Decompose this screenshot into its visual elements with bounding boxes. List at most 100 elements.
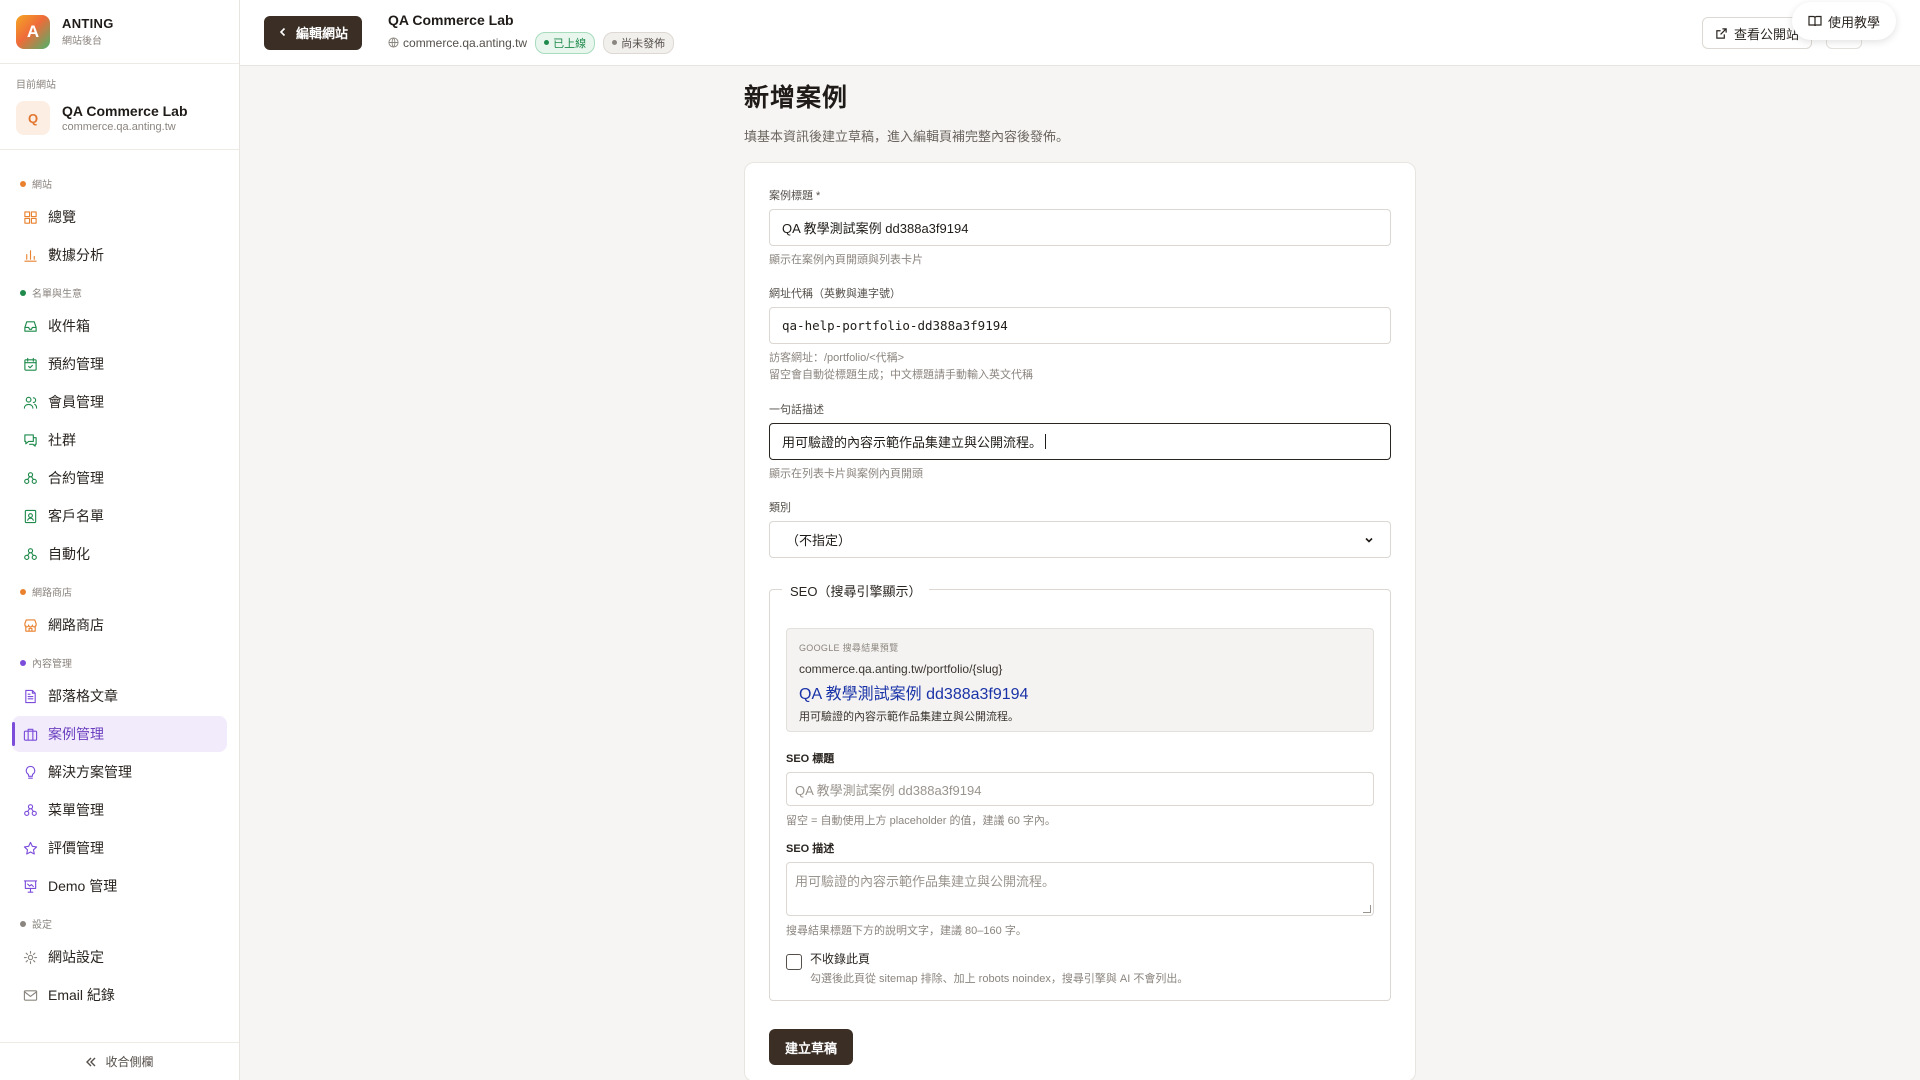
sidebar-item-1-3[interactable]: 社群: [12, 422, 227, 458]
noindex-hint: 勾選後此頁從 sitemap 排除、加上 robots noindex，搜尋引擎…: [810, 973, 1189, 985]
seo-description-textarea[interactable]: 用可驗證的內容示範作品集建立與公開流程。: [786, 862, 1374, 916]
bar-chart-icon: [22, 247, 38, 263]
mail-icon: [22, 987, 38, 1003]
nav-section-1: 名單與生意: [12, 279, 227, 306]
chevron-left-icon: [278, 25, 288, 40]
title-input[interactable]: QA 教學測試案例 dd388a3f9194: [769, 209, 1391, 246]
briefcase-icon: [22, 726, 38, 742]
slug-field: 網址代稱（英數與連字號） qa-help-portfolio-dd388a3f9…: [769, 285, 1391, 383]
preview-url: commerce.qa.anting.tw/portfolio/{slug}: [799, 662, 1003, 676]
current-site-caption: 目前網站: [16, 80, 56, 91]
seo-title-label: SEO 標題: [786, 753, 835, 765]
sidebar-item-1-1[interactable]: 預約管理: [12, 346, 227, 382]
slug-input[interactable]: qa-help-portfolio-dd388a3f9194: [769, 307, 1391, 344]
sidebar-item-label: 部落格文章: [48, 688, 118, 704]
nav-section-2: 網路商店: [12, 578, 227, 605]
users-icon: [22, 394, 38, 410]
preview-description: 用可驗證的內容示範作品集建立與公開流程。: [799, 711, 1019, 723]
seo-legend: SEO（搜尋引擎顯示）: [782, 581, 930, 600]
sidebar-item-1-6[interactable]: 自動化: [12, 536, 227, 572]
top-header: 編輯網站 QA Commerce Lab commerce.qa.anting.…: [240, 0, 1920, 66]
sidebar-item-label: 收件箱: [48, 318, 90, 334]
nav-section-3: 內容管理: [12, 649, 227, 676]
title-field: 案例標題 * QA 教學測試案例 dd388a3f9194 顯示在案例內頁開頭與…: [769, 187, 1391, 269]
slug-hint: 訪客網址：/portfolio/<代稱> 留空會自動從標題生成；中文標題請手動輸…: [769, 352, 1033, 381]
slug-label: 網址代稱（英數與連字號）: [769, 288, 901, 300]
document-icon: [22, 688, 38, 704]
inbox-icon: [22, 318, 38, 334]
sidebar-item-1-2[interactable]: 會員管理: [12, 384, 227, 420]
noindex-label[interactable]: 不收錄此頁: [810, 950, 1188, 967]
brand: A ANTING 網站後台: [0, 0, 239, 64]
status-badge-draft: 尚未發佈: [603, 31, 675, 54]
summary-field: 一句話描述 用可驗證的內容示範作品集建立與公開流程。 顯示在列表卡片與案例內頁開…: [769, 401, 1391, 483]
create-draft-button[interactable]: 建立草稿: [769, 1029, 854, 1065]
sidebar-nav: 網站 總覽 數據分析 名單與生意 收件箱 預約管理 會員管理 社群 合約管理 客戶名單 自動化 網路商…: [0, 150, 239, 1013]
current-site: 目前網站 Q QA Commerce Lab commerce.qa.antin…: [0, 64, 239, 150]
seo-description-label: SEO 描述: [786, 843, 835, 855]
sidebar-item-3-1[interactable]: 案例管理: [12, 716, 227, 752]
star-icon: [22, 840, 38, 856]
sidebar-item-label: 菜單管理: [48, 802, 104, 818]
collapse-sidebar-button[interactable]: 收合側欄: [0, 1042, 239, 1080]
site-name: QA Commerce Lab: [62, 103, 188, 119]
seo-title-field: SEO 標題 QA 教學測試案例 dd388a3f9194 留空 = 自動使用上…: [786, 750, 1374, 828]
header-site-title: QA Commerce Lab: [388, 11, 514, 28]
sidebar-item-label: Email 紀錄: [48, 987, 115, 1003]
grid-icon: [22, 209, 38, 225]
sidebar-item-3-5[interactable]: Demo 管理: [12, 868, 227, 904]
sidebar-item-label: Demo 管理: [48, 878, 118, 894]
category-field: 類別 （不指定）: [769, 499, 1391, 558]
seo-title-input[interactable]: QA 教學測試案例 dd388a3f9194: [786, 772, 1374, 806]
globe-icon: [388, 37, 399, 48]
sidebar-item-label: 評價管理: [48, 840, 104, 856]
current-site-card[interactable]: Q QA Commerce Lab commerce.qa.anting.tw: [16, 101, 223, 135]
main-content: 新增案例 填基本資訊後建立草稿，進入編輯頁補完整內容後發佈。 案例標題 * QA…: [744, 76, 1416, 1080]
brand-subtitle: 網站後台: [62, 36, 102, 47]
page-title: 新增案例: [744, 84, 849, 112]
sidebar-item-label: 客戶名單: [48, 508, 104, 524]
sidebar-item-3-3[interactable]: 菜單管理: [12, 792, 227, 828]
sidebar-item-3-4[interactable]: 評價管理: [12, 830, 227, 866]
seo-description-field: SEO 描述 用可驗證的內容示範作品集建立與公開流程。 搜尋結果標題下方的說明文…: [786, 840, 1374, 938]
header-site-domain[interactable]: commerce.qa.anting.tw: [403, 36, 527, 50]
new-case-form: 案例標題 * QA 教學測試案例 dd388a3f9194 顯示在案例內頁開頭與…: [744, 162, 1416, 1080]
collapse-label: 收合側欄: [105, 1055, 154, 1069]
sidebar-item-4-0[interactable]: 網站設定: [12, 939, 227, 975]
status-badge-live: 已上線: [535, 31, 596, 54]
sidebar-item-1-4[interactable]: 合約管理: [12, 460, 227, 496]
gear-icon: [22, 949, 38, 965]
sidebar-item-4-1[interactable]: Email 紀錄: [12, 977, 227, 1013]
summary-input[interactable]: 用可驗證的內容示範作品集建立與公開流程。: [769, 423, 1391, 460]
site-domain: commerce.qa.anting.tw: [62, 121, 176, 133]
sidebar-item-1-5[interactable]: 客戶名單: [12, 498, 227, 534]
title-label: 案例標題 *: [769, 190, 821, 202]
sidebar-item-1-0[interactable]: 收件箱: [12, 308, 227, 344]
sidebar-item-3-2[interactable]: 解決方案管理: [12, 754, 227, 790]
google-preview: GOOGLE 搜尋結果預覽 commerce.qa.anting.tw/port…: [786, 628, 1374, 732]
sidebar-item-label: 網路商店: [48, 617, 104, 633]
sidebar-item-2-0[interactable]: 網路商店: [12, 607, 227, 643]
contact-icon: [22, 508, 38, 524]
help-tutorial-button[interactable]: 使用教學: [1791, 2, 1896, 40]
sidebar-item-label: 網站設定: [48, 949, 104, 965]
preview-caption: GOOGLE 搜尋結果預覽: [799, 643, 899, 653]
sidebar-item-0-1[interactable]: 數據分析: [12, 237, 227, 273]
category-select[interactable]: （不指定）: [769, 521, 1391, 558]
back-edit-site-button[interactable]: 編輯網站: [264, 15, 363, 50]
external-link-icon: [1715, 27, 1728, 40]
noindex-option: 不收錄此頁 勾選後此頁從 sitemap 排除、加上 robots noinde…: [786, 950, 1188, 986]
sidebar-item-label: 合約管理: [48, 470, 104, 486]
summary-hint: 顯示在列表卡片與案例內頁開頭: [769, 468, 923, 480]
brand-name: ANTING: [62, 16, 114, 31]
chat-icon: [22, 432, 38, 448]
seo-fieldset: SEO（搜尋引擎顯示） GOOGLE 搜尋結果預覽 commerce.qa.an…: [769, 581, 1391, 1001]
noindex-checkbox[interactable]: [786, 954, 802, 970]
text-caret: [1045, 434, 1047, 449]
sidebar-item-0-0[interactable]: 總覽: [12, 199, 227, 235]
title-hint: 顯示在案例內頁開頭與列表卡片: [769, 254, 923, 266]
sidebar-item-label: 社群: [48, 432, 76, 448]
sidebar-item-label: 預約管理: [48, 356, 104, 372]
resize-handle-icon[interactable]: [1363, 905, 1371, 913]
sidebar-item-3-0[interactable]: 部落格文章: [12, 678, 227, 714]
